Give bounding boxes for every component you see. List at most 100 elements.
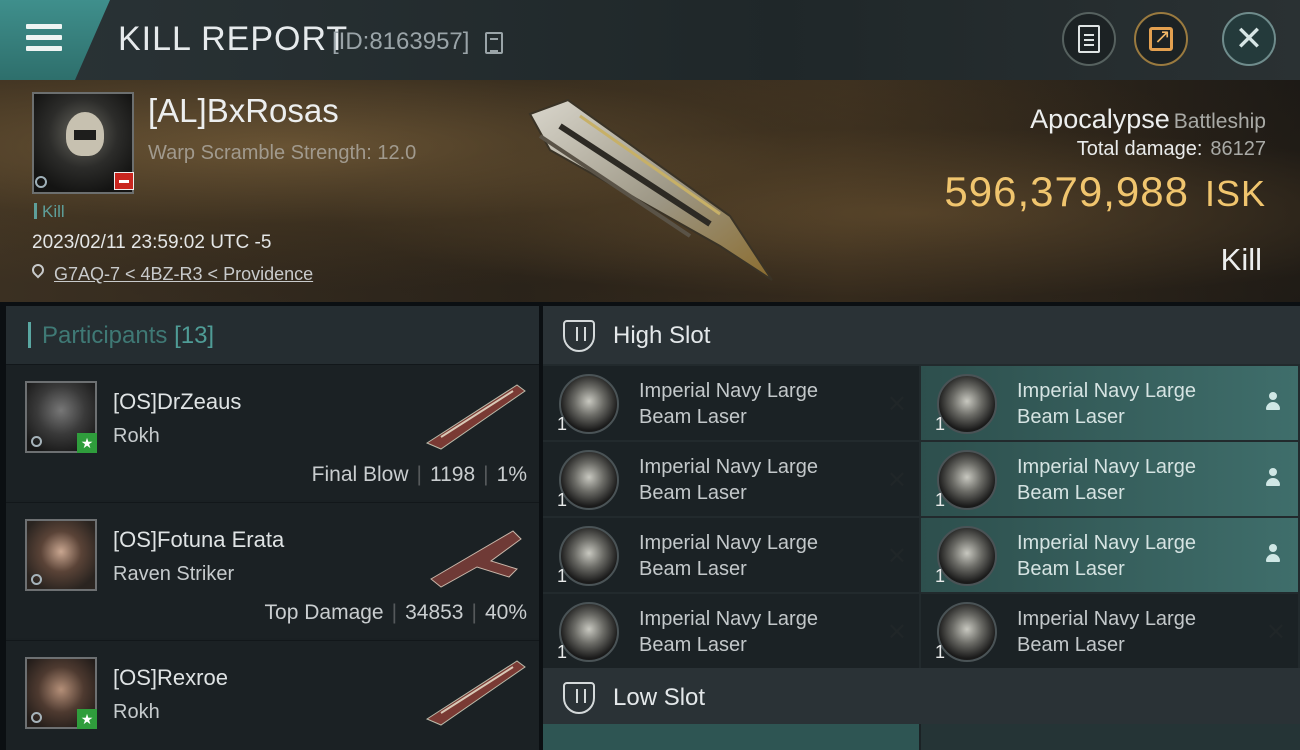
total-damage-value: 86127 bbox=[1210, 138, 1266, 160]
module-item[interactable]: 1 Imperial Navy Large Beam Laser ✕ bbox=[543, 366, 919, 440]
ship-type: Apocalypse bbox=[1030, 104, 1170, 134]
high-slot-icon bbox=[563, 320, 595, 352]
close-button[interactable]: ✕ bbox=[1222, 12, 1276, 66]
kill-tag: Kill bbox=[34, 202, 65, 222]
participant-ship-image bbox=[425, 384, 526, 450]
kill-result: Kill bbox=[1220, 242, 1262, 277]
module-qty: 1 bbox=[557, 414, 568, 434]
module-item[interactable]: 1 Imperial Navy Large Beam Laser bbox=[921, 366, 1298, 440]
participant-stat-label: Top Damage bbox=[264, 601, 384, 624]
destroyed-icon: ✕ bbox=[886, 543, 907, 570]
participant-ship: Rokh bbox=[113, 425, 160, 447]
participant-damage: 1198 bbox=[430, 463, 476, 486]
participant-ship-image bbox=[425, 660, 526, 726]
isk-unit: ISK bbox=[1204, 173, 1266, 214]
participant-row[interactable]: [OS]Fotuna Erata Raven Striker Top Damag… bbox=[6, 502, 539, 638]
participants-panel: Participants [13] ★ [OS]DrZeaus Rokh Fin… bbox=[6, 306, 539, 750]
participants-title: Participants [13] bbox=[42, 322, 215, 349]
module-icon bbox=[559, 602, 619, 662]
participant-ship-image bbox=[430, 530, 522, 588]
share-button[interactable] bbox=[1134, 12, 1188, 66]
close-icon: ✕ bbox=[1234, 20, 1264, 58]
module-qty: 1 bbox=[557, 566, 568, 586]
participant-damage: 34853 bbox=[405, 601, 464, 624]
module-item[interactable]: 1 Imperial Navy Large Beam Laser ✕ bbox=[921, 594, 1298, 668]
copy-icon[interactable] bbox=[485, 32, 503, 54]
isk-value: 596,379,988 ISK bbox=[944, 168, 1266, 216]
module-icon bbox=[937, 602, 997, 662]
module-name: Imperial Navy Large Beam Laser bbox=[1017, 532, 1196, 580]
module-name: Imperial Navy Large Beam Laser bbox=[639, 532, 818, 580]
participant-name: [OS]DrZeaus bbox=[113, 389, 242, 414]
module-qty: 1 bbox=[935, 566, 946, 586]
location-link[interactable]: G7AQ-7 < 4BZ-R3 < Providence bbox=[54, 264, 313, 285]
ship-class: Battleship bbox=[1173, 110, 1266, 133]
module-icon bbox=[559, 450, 619, 510]
module-icon bbox=[559, 374, 619, 434]
corp-icon bbox=[35, 176, 47, 188]
module-qty: 1 bbox=[557, 642, 568, 662]
standing-star-icon: ★ bbox=[77, 433, 97, 453]
destroyed-icon: ✕ bbox=[886, 391, 907, 418]
participant-avatar bbox=[25, 519, 97, 591]
low-slot-header: Low Slot bbox=[543, 668, 1300, 726]
menu-icon[interactable] bbox=[26, 24, 62, 52]
corp-icon bbox=[31, 574, 42, 585]
participant-ship: Raven Striker bbox=[113, 563, 235, 585]
page-title: KILL REPORT bbox=[118, 20, 349, 58]
participant-stat-label: Final Blow bbox=[311, 463, 409, 486]
participant-stats: Top Damage | 34853 | 40% bbox=[264, 601, 527, 624]
high-slot-header: High Slot bbox=[543, 306, 1300, 364]
corp-icon bbox=[31, 712, 42, 723]
participant-percent: 1% bbox=[496, 463, 527, 486]
participants-count: [13] bbox=[174, 322, 215, 349]
module-icon bbox=[937, 526, 997, 586]
module-name: Imperial Navy Large Beam Laser bbox=[1017, 608, 1196, 656]
low-slot-items-partial bbox=[543, 724, 1300, 750]
dropped-person-icon bbox=[1264, 468, 1282, 490]
dropped-person-icon bbox=[1264, 544, 1282, 566]
module-icon bbox=[559, 526, 619, 586]
kill-datetime: 2023/02/11 23:59:02 UTC -5 bbox=[32, 232, 272, 253]
module-name: Imperial Navy Large Beam Laser bbox=[639, 608, 818, 656]
total-damage-label: Total damage: bbox=[1076, 138, 1203, 160]
module-name: Imperial Navy Large Beam Laser bbox=[1017, 456, 1196, 504]
dropped-person-icon bbox=[1264, 392, 1282, 414]
module-qty: 1 bbox=[935, 490, 946, 510]
high-slot-title: High Slot bbox=[613, 322, 711, 349]
clipboard-icon bbox=[1078, 25, 1100, 53]
victim-name[interactable]: [AL]BxRosas bbox=[148, 92, 339, 130]
module-item[interactable]: 1 Imperial Navy Large Beam Laser ✕ bbox=[543, 594, 919, 668]
module-item[interactable]: 1 Imperial Navy Large Beam Laser bbox=[921, 518, 1298, 592]
participant-row[interactable]: ★ [OS]Rexroe Rokh bbox=[6, 640, 539, 750]
participant-percent: 40% bbox=[484, 601, 527, 624]
report-id: [ID:8163957] bbox=[332, 28, 470, 55]
destroyed-icon: ✕ bbox=[886, 467, 907, 494]
module-name: Imperial Navy Large Beam Laser bbox=[639, 456, 818, 504]
low-slot-icon bbox=[563, 682, 595, 714]
total-damage: Total damage: 86127 bbox=[1077, 138, 1266, 161]
victim-ship-image bbox=[528, 98, 773, 281]
share-icon bbox=[1149, 24, 1173, 51]
corp-icon bbox=[31, 436, 42, 447]
participant-stats: Final Blow | 1198 | 1% bbox=[311, 463, 527, 486]
clipboard-button[interactable] bbox=[1062, 12, 1116, 66]
module-icon bbox=[937, 374, 997, 434]
fitting-panel: High Slot 1 Imperial Navy Large Beam Las… bbox=[543, 306, 1300, 750]
module-item[interactable]: 1 Imperial Navy Large Beam Laser ✕ bbox=[543, 442, 919, 516]
low-slot-title: Low Slot bbox=[613, 684, 706, 711]
participant-avatar: ★ bbox=[25, 381, 97, 453]
module-qty: 1 bbox=[935, 642, 946, 662]
module-qty: 1 bbox=[557, 490, 568, 510]
header-bar: KILL REPORT [ID:8163957] ✕ bbox=[0, 0, 1300, 80]
participant-name: [OS]Rexroe bbox=[113, 665, 228, 690]
module-icon bbox=[937, 450, 997, 510]
module-name: Imperial Navy Large Beam Laser bbox=[1017, 380, 1196, 428]
module-qty: 1 bbox=[935, 414, 946, 434]
module-item[interactable]: 1 Imperial Navy Large Beam Laser ✕ bbox=[543, 518, 919, 592]
participant-row[interactable]: ★ [OS]DrZeaus Rokh Final Blow | 1198 | 1% bbox=[6, 364, 539, 500]
participant-ship: Rokh bbox=[113, 701, 160, 723]
destroyed-icon: ✕ bbox=[886, 619, 907, 646]
isk-amount: 596,379,988 bbox=[944, 168, 1189, 215]
module-item[interactable]: 1 Imperial Navy Large Beam Laser bbox=[921, 442, 1298, 516]
